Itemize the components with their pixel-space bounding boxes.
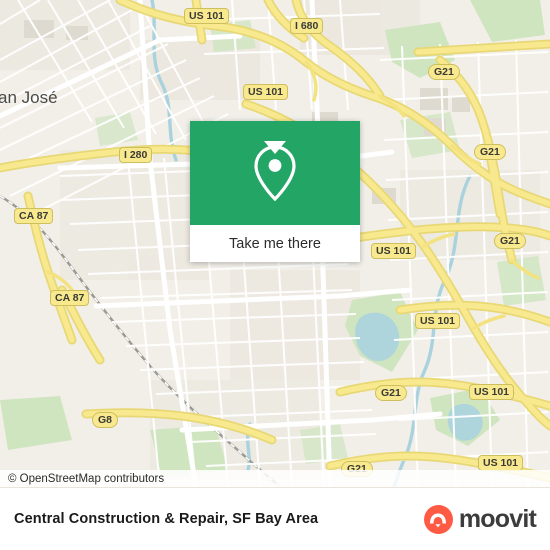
road-shield-i280: I 280 (119, 147, 153, 163)
road-shield-us101-nw: US 101 (243, 84, 289, 100)
take-me-there-button[interactable]: Take me there (190, 225, 360, 262)
road-shield-ca87-s: CA 87 (50, 290, 90, 306)
map-attribution[interactable]: © OpenStreetMap contributors (0, 470, 550, 487)
moovit-logo-icon (423, 504, 453, 534)
map-screen: an José US 101 I 680 G21 US 101 G21 I 28… (0, 0, 550, 550)
road-shield-i680: I 680 (290, 18, 324, 34)
road-shield-us101-s2: US 101 (478, 455, 524, 471)
road-shield-us101-se: US 101 (415, 313, 461, 329)
road-shield-g21-s1: G21 (375, 385, 407, 401)
brand-logo[interactable]: moovit (423, 504, 537, 534)
map-canvas[interactable]: an José US 101 I 680 G21 US 101 G21 I 28… (0, 0, 550, 487)
brand-name: moovit (458, 504, 537, 533)
road-shield-g21-e1: G21 (474, 144, 506, 160)
city-label-san-jose: an José (0, 88, 58, 107)
bottom-bar: Central Construction & Repair, SF Bay Ar… (0, 488, 550, 550)
road-shield-g8: G8 (92, 412, 119, 428)
road-shield-ca87-n: CA 87 (14, 208, 54, 224)
road-shield-us101-n: US 101 (184, 8, 230, 24)
road-shield-us101-s1: US 101 (469, 384, 515, 400)
callout-pin-area (190, 121, 360, 225)
road-shield-g21-ne: G21 (428, 64, 460, 80)
road-shield-us101-c: US 101 (371, 243, 417, 259)
place-title: Central Construction & Repair, SF Bay Ar… (14, 511, 319, 527)
road-shield-g21-e2: G21 (494, 233, 526, 249)
